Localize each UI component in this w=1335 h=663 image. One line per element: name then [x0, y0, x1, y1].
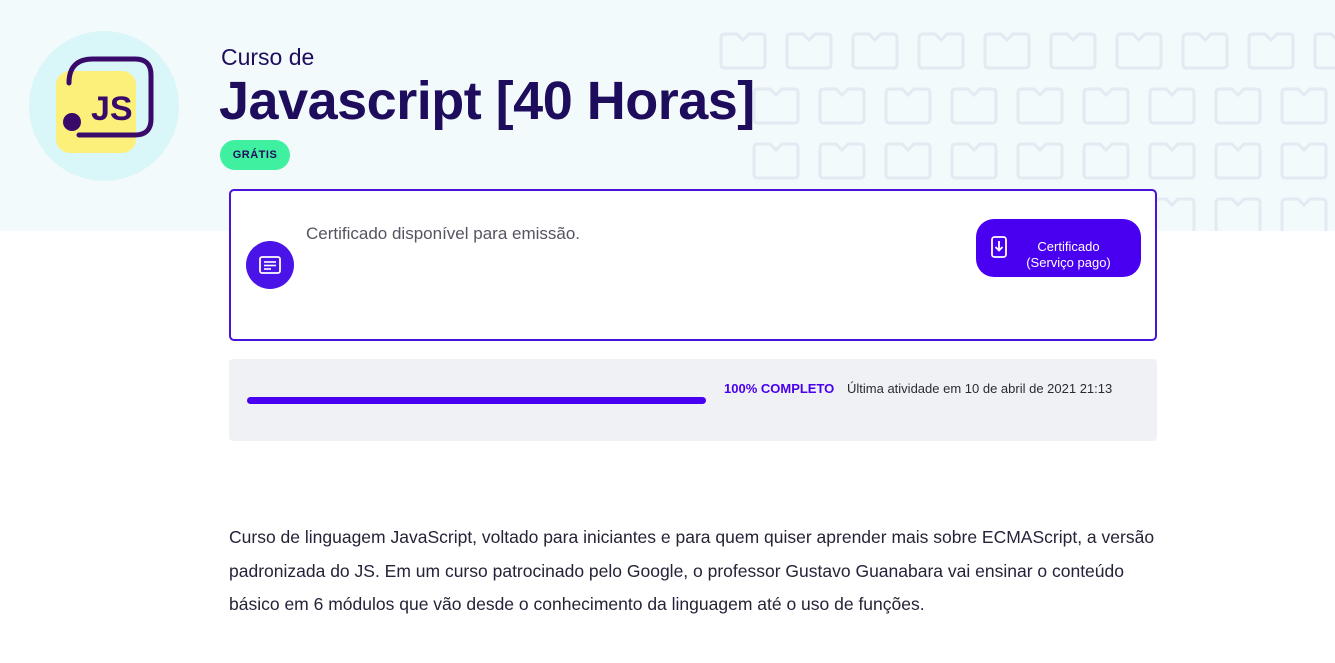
- download-icon: [991, 236, 1007, 258]
- certificate-icon: [246, 241, 294, 289]
- course-description: Curso de linguagem JavaScript, voltado p…: [229, 527, 1155, 614]
- course-logo: JS: [29, 31, 179, 181]
- certificate-button[interactable]: Certificado (Serviço pago): [976, 219, 1141, 277]
- certificate-card: Certificado disponível para emissão. Cer…: [229, 189, 1157, 341]
- progress-bar: [247, 397, 706, 404]
- course-title: Javascript [40 Horas]: [219, 71, 755, 131]
- certificate-button-label: Certificado (Serviço pago): [1016, 239, 1121, 271]
- price-badge: GRÁTIS: [220, 140, 290, 170]
- progress-bar-fill: [247, 397, 706, 404]
- progress-label: 100% COMPLETO: [724, 381, 835, 396]
- certificate-message: Certificado disponível para emissão.: [306, 224, 581, 243]
- svg-text:JS: JS: [91, 90, 133, 128]
- certificate-button-line2: (Serviço pago): [1026, 255, 1111, 270]
- course-subtitle: Curso de: [221, 44, 315, 70]
- last-activity-text: Última atividade em 10 de abril de 2021 …: [847, 381, 1113, 396]
- progress-panel: 100% COMPLETO Última atividade em 10 de …: [229, 359, 1157, 441]
- certificate-button-line1: Certificado: [1037, 239, 1100, 254]
- js-logo-icon: JS: [56, 56, 154, 153]
